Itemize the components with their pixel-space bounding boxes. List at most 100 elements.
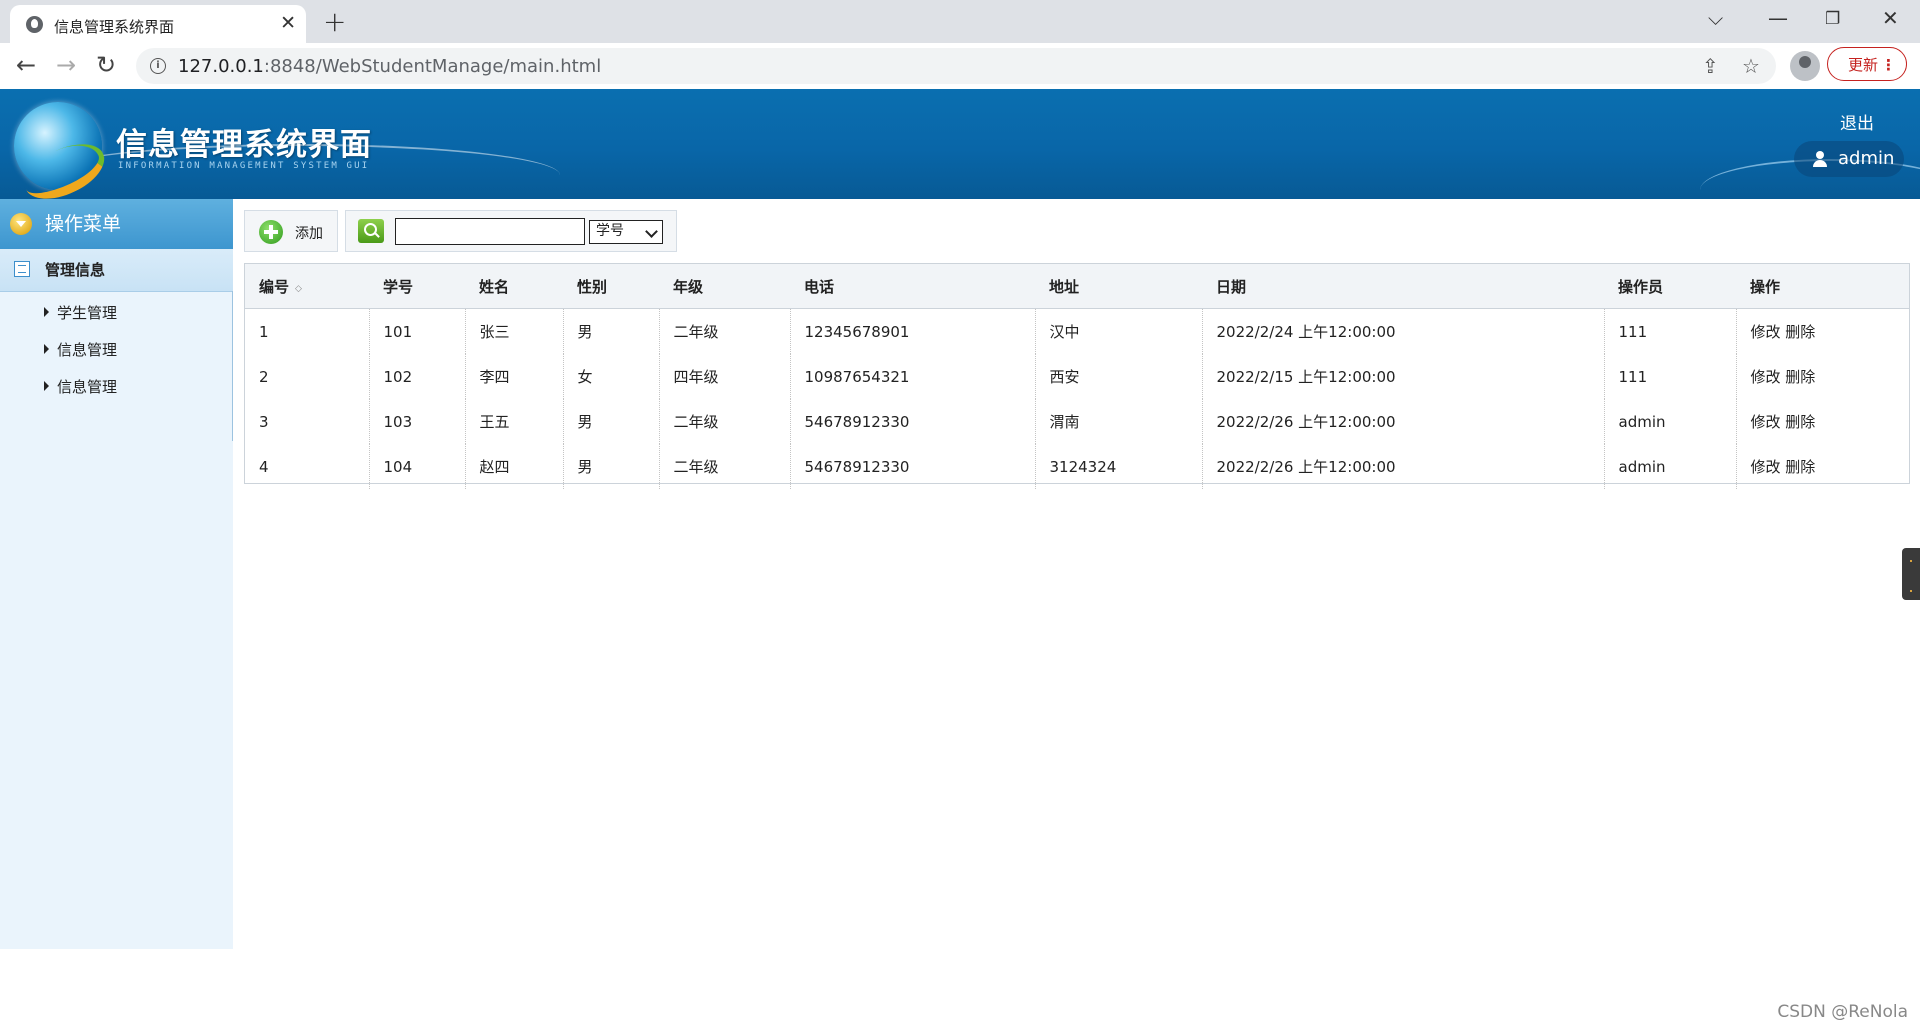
watermark: CSDN @ReNola	[1777, 1002, 1908, 1022]
reload-icon[interactable]: ↻	[96, 51, 116, 79]
cell-operator: 111	[1604, 308, 1737, 354]
cell-id: 4	[245, 444, 370, 489]
cell-sno: 103	[369, 399, 466, 444]
table-row[interactable]: 1 101 张三 男 二年级 12345678901 汉中 2022/2/24 …	[245, 308, 1909, 355]
search-icon[interactable]	[358, 219, 384, 243]
edit-link[interactable]: 修改	[1751, 458, 1781, 476]
side-panel-handle[interactable]	[1902, 548, 1920, 600]
cell-date: 2022/2/15 上午12:00:00	[1202, 354, 1605, 399]
search-field-value: 学号	[596, 223, 624, 239]
cell-name: 张三	[465, 308, 564, 354]
cell-phone: 10987654321	[790, 354, 1036, 399]
cell-phone: 12345678901	[790, 308, 1036, 354]
add-label: 添加	[295, 226, 323, 242]
sidebar-menu-header[interactable]: 操作菜单	[0, 199, 233, 249]
address-bar[interactable]: i 127.0.0.1:8848/WebStudentManage/main.h…	[136, 48, 1776, 84]
cell-gender: 女	[563, 354, 660, 399]
user-icon	[1812, 151, 1828, 167]
cell-grade: 二年级	[659, 399, 791, 444]
cell-name: 赵四	[465, 444, 564, 489]
table-row[interactable]: 3 103 王五 男 二年级 54678912330 渭南 2022/2/26 …	[245, 399, 1909, 444]
col-header-name: 姓名	[465, 264, 563, 309]
cell-date: 2022/2/24 上午12:00:00	[1202, 308, 1605, 354]
restore-icon[interactable]: ❐	[1825, 9, 1840, 29]
sidebar-item-info-manage-2[interactable]: 信息管理	[44, 376, 117, 397]
cell-address: 汉中	[1035, 308, 1203, 354]
bookmark-star-icon[interactable]: ☆	[1742, 54, 1760, 78]
sort-icon[interactable]: ◇	[295, 284, 302, 294]
window-close-icon[interactable]: ✕	[1882, 6, 1899, 30]
delete-link[interactable]: 删除	[1785, 368, 1815, 386]
cell-id: 2	[245, 354, 370, 399]
sidebar-menu-title: 操作菜单	[45, 213, 122, 235]
col-header-phone: 电话	[790, 264, 1035, 309]
cell-actions: 修改 删除	[1736, 354, 1909, 399]
app-title: 信息管理系统界面	[116, 127, 372, 163]
url-path: :8848/WebStudentManage/main.html	[263, 56, 602, 77]
cell-actions: 修改 删除	[1736, 399, 1909, 444]
col-header-date: 日期	[1202, 264, 1604, 309]
col-header-operator: 操作员	[1604, 264, 1736, 309]
col-header-id-label: 编号	[259, 277, 290, 296]
user-badge[interactable]: admin	[1794, 141, 1904, 177]
sidebar-group-manage[interactable]: 管理信息	[0, 249, 233, 292]
cell-sno: 101	[369, 308, 466, 354]
share-icon[interactable]: ⇪	[1702, 54, 1719, 78]
cell-sno: 104	[369, 444, 466, 489]
menu-dots-icon: ⋮	[1881, 56, 1896, 74]
add-circle-icon	[259, 220, 283, 244]
col-header-grade: 年级	[659, 264, 790, 309]
col-header-gender: 性别	[563, 264, 659, 309]
sidebar: 操作菜单 管理信息 学生管理 信息管理 信息管理	[0, 199, 233, 949]
edit-link[interactable]: 修改	[1751, 323, 1781, 341]
cell-date: 2022/2/26 上午12:00:00	[1202, 399, 1605, 444]
browser-toolbar: ← → ↻ i 127.0.0.1:8848/WebStudentManage/…	[0, 43, 1920, 90]
logout-link[interactable]: 退出	[1840, 109, 1874, 134]
cell-gender: 男	[563, 444, 660, 489]
delete-link[interactable]: 删除	[1785, 413, 1815, 431]
app-header: 信息管理系统界面 INFORMATION MANAGEMENT SYSTEM G…	[0, 89, 1920, 199]
cell-address: 渭南	[1035, 399, 1203, 444]
username: admin	[1838, 148, 1895, 169]
tab-close-icon[interactable]: ✕	[280, 12, 296, 34]
browser-tab[interactable]: 信息管理系统界面 ✕	[10, 5, 306, 43]
cell-grade: 二年级	[659, 444, 791, 489]
table-row[interactable]: 4 104 赵四 男 二年级 54678912330 3124324 2022/…	[245, 444, 1909, 489]
cell-phone: 54678912330	[790, 399, 1036, 444]
profile-avatar-icon[interactable]	[1790, 51, 1820, 81]
col-header-id[interactable]: 编号 ◇	[245, 264, 369, 309]
minimize-icon[interactable]: —	[1768, 6, 1788, 30]
cell-gender: 男	[563, 308, 660, 354]
sidebar-item-info-manage[interactable]: 信息管理	[44, 339, 117, 360]
tab-search-chevron-icon[interactable]: ⌵	[1708, 6, 1723, 30]
cell-name: 李四	[465, 354, 564, 399]
add-button[interactable]: 添加	[244, 210, 338, 252]
delete-link[interactable]: 删除	[1785, 458, 1815, 476]
table-row[interactable]: 2 102 李四 女 四年级 10987654321 西安 2022/2/15 …	[245, 354, 1909, 399]
new-tab-icon[interactable]: +	[323, 5, 346, 38]
data-grid: 编号 ◇ 学号 姓名 性别 年级 电话 地址 日期 操作员 操作 1 101 张三…	[244, 263, 1910, 489]
cell-address: 3124324	[1035, 444, 1203, 489]
list-icon	[14, 261, 30, 277]
cell-address: 西安	[1035, 354, 1203, 399]
sidebar-divider	[232, 291, 233, 441]
sidebar-item-student-manage[interactable]: 学生管理	[44, 302, 117, 323]
site-info-icon[interactable]: i	[150, 58, 166, 74]
cell-sno: 102	[369, 354, 466, 399]
cell-id: 1	[245, 308, 370, 354]
update-label: 更新	[1848, 56, 1879, 74]
back-icon[interactable]: ←	[16, 51, 36, 79]
search-field-select[interactable]: 学号	[589, 220, 663, 244]
cell-operator: admin	[1604, 399, 1737, 444]
search-input[interactable]	[395, 218, 585, 245]
cell-actions: 修改 删除	[1736, 309, 1909, 355]
cell-phone: 54678912330	[790, 444, 1036, 489]
edit-link[interactable]: 修改	[1751, 413, 1781, 431]
col-header-actions: 操作	[1736, 264, 1909, 309]
forward-icon[interactable]: →	[56, 51, 76, 79]
table-header-row: 编号 ◇ 学号 姓名 性别 年级 电话 地址 日期 操作员 操作	[245, 264, 1909, 309]
update-button[interactable]: 更新 ⋮	[1827, 47, 1907, 81]
url-host: 127.0.0.1	[178, 56, 264, 77]
edit-link[interactable]: 修改	[1751, 368, 1781, 386]
delete-link[interactable]: 删除	[1785, 323, 1815, 341]
